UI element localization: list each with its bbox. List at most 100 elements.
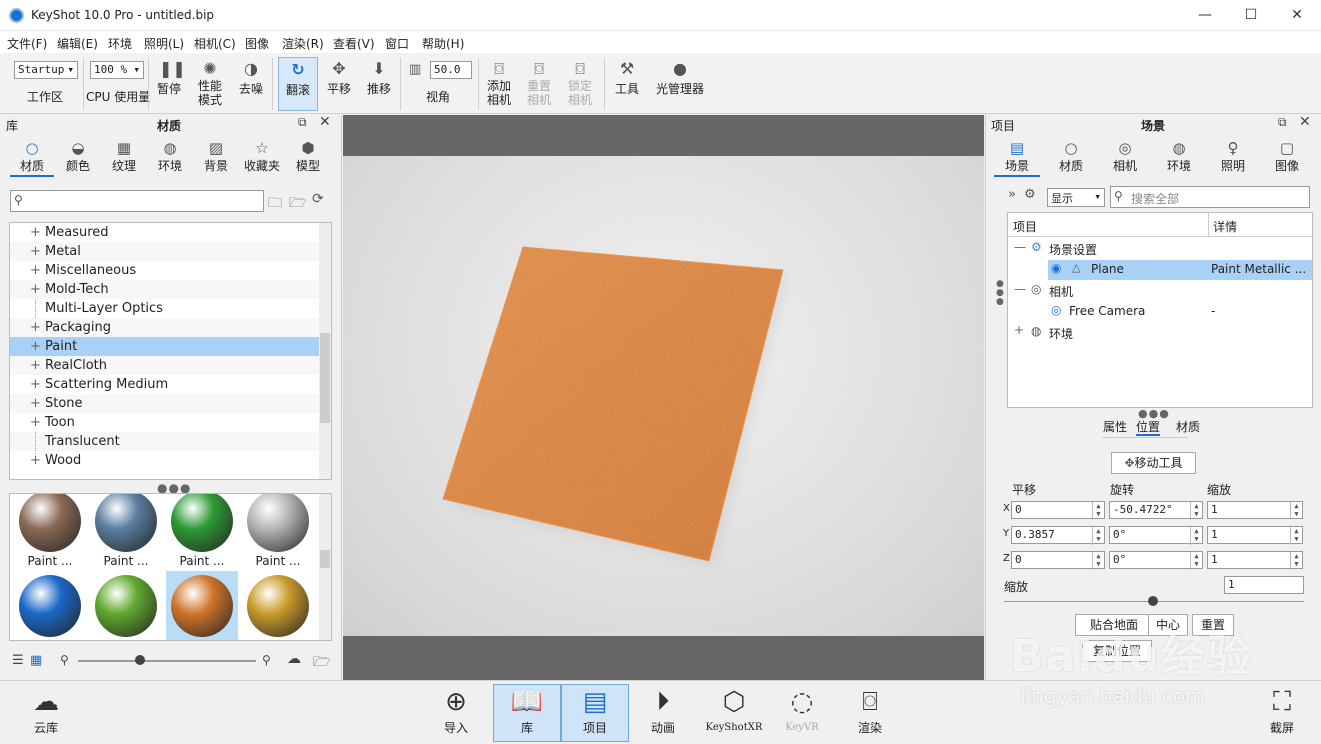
tree-item[interactable]: + RealCloth [10, 356, 319, 375]
tree-item[interactable]: Translucent [10, 432, 319, 451]
tab-favorites[interactable]: ☆ 收藏夹 [240, 139, 284, 174]
project-toggle-button[interactable]: ▤ 项目 [561, 684, 629, 742]
render-viewport[interactable] [343, 115, 984, 680]
tumble-button[interactable]: ↻ 翻滚 [278, 57, 318, 111]
tree-item[interactable]: + Paint [10, 337, 319, 356]
tab-scene[interactable]: ▤ 场景 [994, 139, 1040, 177]
tab-environment[interactable]: ◍ 环境 [1156, 139, 1202, 174]
uniform-scale-input[interactable]: 1 [1224, 576, 1304, 594]
cloud-upload-icon[interactable]: ☁ [287, 651, 301, 667]
scene-search-input[interactable]: ⚲ 搜索全部 [1110, 186, 1310, 208]
folder-icon[interactable]: 🗀 [268, 192, 282, 216]
lock-camera-button[interactable]: ⌼ 锁定 相机 [563, 59, 597, 107]
slider-handle[interactable] [1148, 596, 1158, 606]
subtab-material[interactable]: 材质 [1176, 418, 1200, 435]
stepper-icon[interactable]: ▲ ▼ [1092, 552, 1104, 570]
expand-icon[interactable]: + [30, 337, 41, 356]
tree-row-plane[interactable]: ◉ △ Plane Paint Metallic ... [1048, 260, 1312, 280]
side-handle[interactable]: ● ● ● [996, 280, 1004, 307]
tree-row-environment[interactable]: + ◍ 环境 [1008, 323, 1312, 343]
tab-colors[interactable]: ◒ 颜色 [56, 139, 100, 174]
import-button[interactable]: ⊕ 导入 [426, 685, 486, 736]
tab-material[interactable]: ○ 材质 [1048, 139, 1094, 174]
stepper-icon[interactable]: ▲ ▼ [1290, 502, 1302, 520]
performance-mode-button[interactable]: ✺ 性能 模式 [192, 59, 228, 107]
fov-input[interactable]: 50.0 [430, 61, 472, 79]
tree-line[interactable] [35, 432, 36, 451]
tree-item[interactable]: + Miscellaneous [10, 261, 319, 280]
tree-row-scene-settings[interactable]: — ⚙ 场景设置 [1008, 239, 1312, 259]
subtab-position[interactable]: 位置 [1136, 418, 1161, 436]
tree-item[interactable]: + Packaging [10, 318, 319, 337]
tab-image[interactable]: ▢ 图像 [1264, 139, 1310, 174]
thumbnail-size-slider[interactable] [78, 660, 256, 662]
tab-environments[interactable]: ◍ 环境 [148, 139, 192, 174]
tree-item[interactable]: + Metal [10, 242, 319, 261]
thumb-scrollbar[interactable] [319, 494, 331, 640]
tab-backgrounds[interactable]: ▨ 背景 [194, 139, 238, 174]
expand-icon[interactable]: + [30, 318, 41, 337]
expand-icon[interactable]: + [30, 242, 41, 261]
translate-y-input[interactable]: 0.3857 ▲ ▼ [1011, 526, 1105, 545]
list-view-icon[interactable]: ☰ [12, 653, 24, 668]
menu-file[interactable]: 文件(F) [7, 35, 47, 52]
stepper-icon[interactable]: ▲ ▼ [1190, 552, 1202, 570]
expand-icon[interactable]: + [30, 280, 41, 299]
tree-scrollbar[interactable] [319, 223, 331, 479]
tab-textures[interactable]: ▦ 纹理 [102, 139, 146, 174]
tree-item[interactable]: + Stone [10, 394, 319, 413]
viewport-canvas[interactable] [343, 156, 984, 636]
rotate-y-input[interactable]: 0° ▲ ▼ [1109, 526, 1203, 545]
keyvr-button[interactable]: ◌ KeyVR [772, 685, 832, 733]
pan-button[interactable]: ✥ 平移 [322, 59, 356, 96]
material-thumbnail[interactable]: Paint ... [166, 571, 238, 640]
scale-y-input[interactable]: 1 ▲ ▼ [1207, 526, 1303, 545]
tab-lighting[interactable]: ♀ 照明 [1210, 139, 1256, 174]
tab-models[interactable]: ⬢ 模型 [286, 139, 330, 174]
undock-icon[interactable]: ⧉ [298, 115, 307, 130]
library-toggle-button[interactable]: 📖 库 [493, 684, 561, 742]
tree-item[interactable]: + Toon [10, 413, 319, 432]
material-thumbnail[interactable]: Paint ... [242, 571, 314, 640]
display-select[interactable]: 显示 ▾ [1047, 188, 1105, 207]
scale-x-input[interactable]: 1 ▲ ▼ [1207, 501, 1303, 520]
stepper-icon[interactable]: ▲ ▼ [1290, 552, 1302, 570]
workspace-select[interactable]: Startup ▾ [14, 61, 78, 79]
translate-x-input[interactable]: 0 ▲ ▼ [1011, 501, 1105, 520]
material-thumbnail[interactable]: Paint ... [14, 571, 86, 640]
expand-icon[interactable]: + [30, 413, 41, 432]
tree-item[interactable]: + Scattering Medium [10, 375, 319, 394]
undock-icon[interactable]: ⧉ [1278, 115, 1287, 130]
denoise-button[interactable]: ◑ 去噪 [234, 59, 268, 96]
material-thumbnail[interactable]: Paint ... [242, 494, 314, 568]
reset-camera-button[interactable]: ⌼ 重置 相机 [522, 59, 556, 107]
stepper-icon[interactable]: ▲ ▼ [1092, 527, 1104, 545]
rotate-z-input[interactable]: 0° ▲ ▼ [1109, 551, 1203, 570]
tree-item[interactable]: Multi-Layer Optics [10, 299, 319, 318]
animation-button[interactable]: ⏵ 动画 [633, 685, 693, 736]
grid-view-icon[interactable]: ▦ [30, 653, 42, 668]
refresh-icon[interactable]: ⟳ [312, 191, 324, 207]
cloud-library-button[interactable]: ☁ 云库 [16, 685, 76, 736]
material-thumbnail[interactable]: Paint ... [14, 494, 86, 568]
close-panel-icon[interactable]: ✕ [319, 114, 331, 130]
expand-icon[interactable]: + [30, 451, 41, 470]
library-search-input[interactable]: ⚲ [10, 190, 264, 212]
plane-render[interactable] [343, 156, 984, 636]
maximize-button[interactable]: ☐ [1228, 0, 1274, 31]
render-button[interactable]: ⌼ 渲染 [840, 685, 900, 736]
column-item[interactable]: 项目 [1013, 218, 1037, 235]
expand-icon[interactable]: + [30, 223, 41, 242]
close-panel-icon[interactable]: ✕ [1299, 114, 1311, 130]
translate-z-input[interactable]: 0 ▲ ▼ [1011, 551, 1105, 570]
expand-icon[interactable]: + [30, 261, 41, 280]
menu-window[interactable]: 窗口 [385, 35, 409, 52]
material-thumbnail[interactable]: Paint ... [90, 571, 162, 640]
tree-item[interactable]: + Wood [10, 451, 319, 470]
stepper-icon[interactable]: ▲ ▼ [1190, 502, 1202, 520]
cpu-usage-select[interactable]: 100 % ▾ [90, 61, 144, 79]
folder-settings-icon[interactable]: 🗁 [313, 651, 330, 675]
stepper-icon[interactable]: ▲ ▼ [1092, 502, 1104, 520]
tree-row-free-camera[interactable]: ◎ Free Camera - [1008, 302, 1312, 322]
light-manager-button[interactable]: ● 光管理器 [652, 59, 708, 96]
